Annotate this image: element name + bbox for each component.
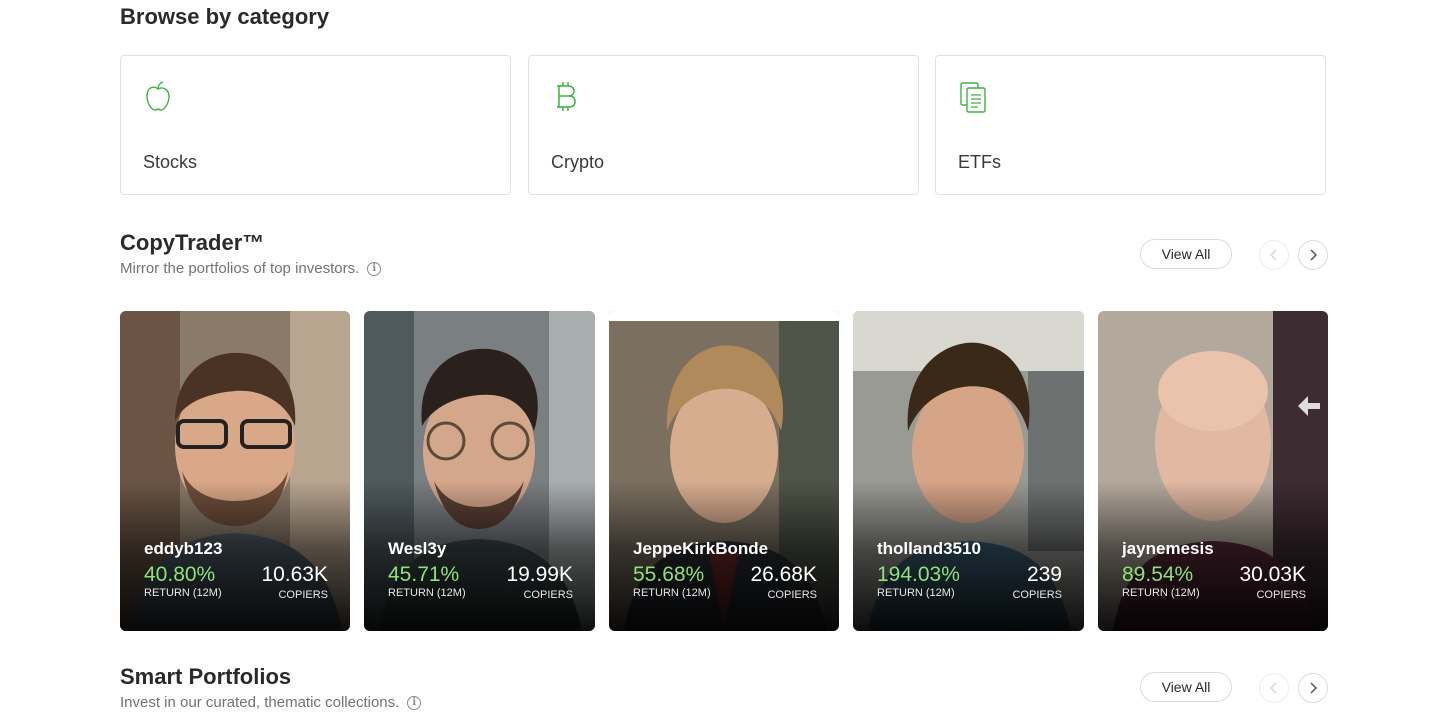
carousel-next-button[interactable] <box>1298 673 1328 703</box>
category-card-crypto[interactable]: Crypto <box>528 55 919 195</box>
info-icon[interactable]: i <box>367 261 382 276</box>
trader-return-value: 45.71% <box>388 563 460 586</box>
trader-card-jeppekirkbonde[interactable]: JeppeKirkBonde 55.68% RETURN (12M) 26.68… <box>609 311 839 631</box>
chevron-right-icon <box>1310 682 1318 694</box>
trader-copiers-label: COPIERS <box>278 589 328 601</box>
trader-username: JeppeKirkBonde <box>633 539 769 558</box>
category-label: Stocks <box>143 152 198 172</box>
trader-card-tholland3510[interactable]: tholland3510 194.03% RETURN (12M) 239 CO… <box>853 311 1084 631</box>
category-label: Crypto <box>551 152 605 172</box>
chevron-left-icon <box>1269 682 1277 694</box>
trader-copiers-value: 19.99K <box>506 563 573 586</box>
info-icon[interactable]: i <box>407 695 422 710</box>
trader-return-label: RETURN (12M) <box>877 587 955 599</box>
trader-copiers-label: COPIERS <box>767 589 817 601</box>
smart-portfolios-subtitle: Invest in our curated, thematic collecti… <box>120 694 422 711</box>
trader-copiers-label: COPIERS <box>1256 589 1306 601</box>
trader-copiers-label: COPIERS <box>523 589 573 601</box>
trader-copiers-value: 30.03K <box>1239 563 1306 586</box>
copytrader-view-all-button[interactable]: View All <box>1140 239 1232 269</box>
trader-card-eddyb123[interactable]: eddyb123 40.80% RETURN (12M) 10.63K COPI… <box>120 311 350 631</box>
trader-username: eddyb123 <box>144 539 223 558</box>
smart-portfolios-subtitle-text: Invest in our curated, thematic collecti… <box>120 694 400 711</box>
trader-copiers-value: 239 <box>1026 563 1062 586</box>
copytrader-title: CopyTrader™ <box>120 230 265 255</box>
carousel-next-button[interactable] <box>1298 240 1328 270</box>
trader-return-value: 40.80% <box>144 563 216 586</box>
copytrader-subtitle-text: Mirror the portfolios of top investors. <box>120 260 360 277</box>
trader-card-wesl3y[interactable]: Wesl3y 45.71% RETURN (12M) 19.99K COPIER… <box>364 311 595 631</box>
smart-portfolios-title: Smart Portfolios <box>120 664 292 689</box>
category-card-stocks[interactable]: Stocks <box>120 55 511 195</box>
apple-icon <box>146 81 170 111</box>
trader-username: jaynemesis <box>1122 539 1214 558</box>
trader-copiers-value: 26.68K <box>750 563 817 586</box>
trader-return-label: RETURN (12M) <box>388 587 466 599</box>
copytrader-subtitle: Mirror the portfolios of top investors. … <box>120 260 382 277</box>
trader-copiers-value: 10.63K <box>261 563 328 586</box>
category-label: ETFs <box>958 152 1001 172</box>
trader-username: Wesl3y <box>388 539 447 558</box>
bitcoin-icon <box>557 82 576 111</box>
carousel-prev-button[interactable] <box>1259 673 1289 703</box>
trader-return-label: RETURN (12M) <box>633 587 711 599</box>
carousel-prev-button[interactable] <box>1259 240 1289 270</box>
trader-return-value: 89.54% <box>1122 563 1194 586</box>
browse-category-title: Browse by category <box>120 4 330 29</box>
trader-username: tholland3510 <box>877 539 981 558</box>
category-card-etfs[interactable]: ETFs <box>935 55 1326 195</box>
trader-card-jaynemesis[interactable]: jaynemesis 89.54% RETURN (12M) 30.03K CO… <box>1098 311 1328 631</box>
trader-return-value: 55.68% <box>633 563 705 586</box>
smart-portfolios-view-all-button[interactable]: View All <box>1140 672 1232 702</box>
trader-return-label: RETURN (12M) <box>1122 587 1200 599</box>
chevron-left-icon <box>1269 249 1277 261</box>
trader-return-label: RETURN (12M) <box>144 587 222 599</box>
chevron-right-icon <box>1310 249 1318 261</box>
trader-copiers-label: COPIERS <box>1012 589 1062 601</box>
etf-documents-icon <box>960 82 986 113</box>
trader-return-value: 194.03% <box>877 563 960 586</box>
